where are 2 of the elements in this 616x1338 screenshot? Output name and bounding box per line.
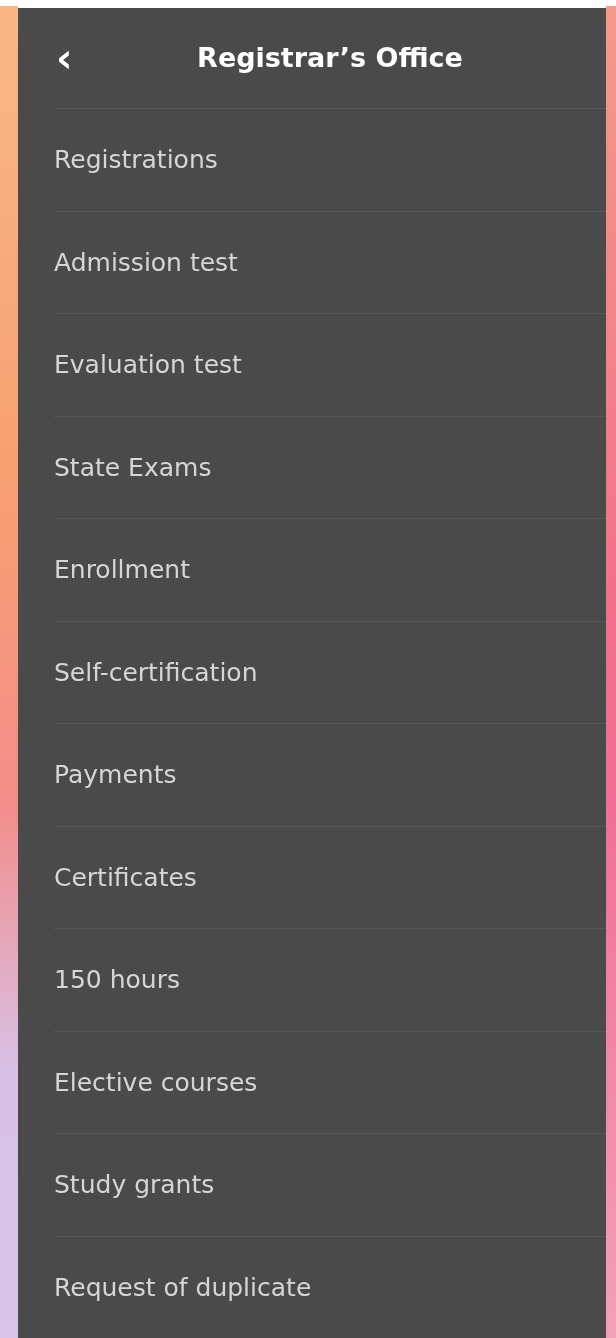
back-button[interactable]: ‹: [52, 38, 77, 78]
menu-title: Registrar’s Office: [197, 40, 463, 75]
